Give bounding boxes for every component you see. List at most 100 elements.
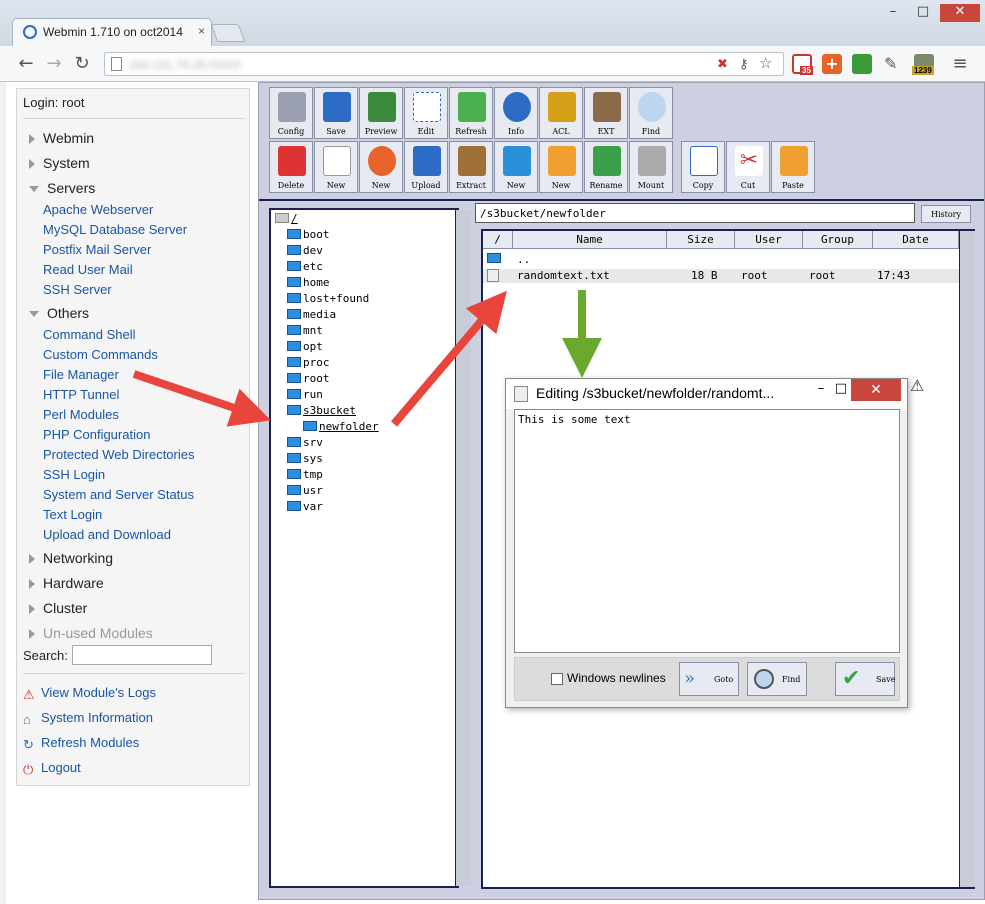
browser-tab[interactable]: Webmin 1.710 on oct2014 × <box>12 18 212 46</box>
tree-node[interactable]: var <box>287 500 323 514</box>
module-mysql[interactable]: MySQL Database Server <box>43 222 187 237</box>
category-networking[interactable]: Networking <box>29 550 113 566</box>
find-button[interactable]: Find <box>629 87 673 139</box>
category-hardware[interactable]: Hardware <box>29 575 104 591</box>
blocked-icon[interactable]: ✖ <box>717 56 728 72</box>
windows-newlines-checkbox[interactable] <box>551 673 563 685</box>
tree-node[interactable]: run <box>287 388 323 402</box>
mount-button[interactable]: Mount <box>629 141 673 193</box>
tree-node[interactable]: media <box>287 308 336 322</box>
tree-node[interactable]: lost+found <box>287 292 369 306</box>
module-custom-commands[interactable]: Custom Commands <box>43 347 158 362</box>
module-ssh-login[interactable]: SSH Login <box>43 467 105 482</box>
minimize-button[interactable]: – <box>880 4 906 22</box>
goto-button[interactable]: » Goto <box>679 662 739 696</box>
tree-root[interactable]: / <box>275 212 298 226</box>
forward-icon[interactable]: → <box>42 52 66 76</box>
gmail-extension-icon[interactable]: 35 <box>792 54 813 75</box>
module-apache[interactable]: Apache Webserver <box>43 202 153 217</box>
extract-button[interactable]: Extract <box>449 141 493 193</box>
view-logs-link[interactable]: ⚠ View Module's Logs <box>23 685 156 702</box>
category-system[interactable]: System <box>29 155 90 171</box>
col-icon-header[interactable]: / <box>483 231 513 249</box>
key-icon[interactable]: ⚷ <box>739 56 749 72</box>
tree-node[interactable]: tmp <box>287 468 323 482</box>
bookmark-star-icon[interactable]: ☆ <box>759 54 772 72</box>
refresh-button[interactable]: Refresh <box>449 87 493 139</box>
config-button[interactable]: Config <box>269 87 313 139</box>
col-date-header[interactable]: Date <box>873 231 959 249</box>
col-name-header[interactable]: Name <box>513 231 667 249</box>
ext-button[interactable]: EXT <box>584 87 628 139</box>
save-button[interactable]: Save <box>314 87 358 139</box>
module-perl-modules[interactable]: Perl Modules <box>43 407 119 422</box>
table-row[interactable]: randomtext.txt 18 B root root 17:43 <box>483 269 959 283</box>
module-http-tunnel[interactable]: HTTP Tunnel <box>43 387 119 402</box>
category-cluster[interactable]: Cluster <box>29 600 87 616</box>
address-bar[interactable]: 104.131.70.25:XXXX ✖ ⚷ ☆ <box>104 52 784 76</box>
search-input[interactable] <box>72 645 212 665</box>
tab-close-icon[interactable]: × <box>198 24 205 38</box>
new-browser-button[interactable]: New <box>359 141 403 193</box>
module-ssh-server[interactable]: SSH Server <box>43 282 112 297</box>
rename-button[interactable]: Rename <box>584 141 628 193</box>
back-icon[interactable]: ← <box>14 52 38 76</box>
col-group-header[interactable]: Group <box>803 231 873 249</box>
path-field[interactable]: /s3bucket/newfolder <box>475 203 915 223</box>
maximize-button[interactable]: □ <box>910 4 936 22</box>
module-protected-web-dirs[interactable]: Protected Web Directories <box>43 447 195 462</box>
history-button[interactable]: History <box>921 205 971 223</box>
module-read-user-mail[interactable]: Read User Mail <box>43 262 133 277</box>
green-extension-icon[interactable] <box>852 54 872 74</box>
category-others[interactable]: Others <box>29 305 89 321</box>
close-window-button[interactable]: ✕ <box>940 4 980 22</box>
editor-textarea[interactable]: This is some text <box>514 409 900 653</box>
save-button[interactable]: ✔ Save <box>835 662 896 696</box>
tree-node[interactable]: s3bucket <box>287 404 356 418</box>
eyedropper-icon[interactable]: ✎ <box>884 54 904 74</box>
module-upload-download[interactable]: Upload and Download <box>43 527 171 542</box>
tree-node[interactable]: dev <box>287 244 323 258</box>
close-button[interactable]: ✕ <box>851 379 901 401</box>
module-text-login[interactable]: Text Login <box>43 507 102 522</box>
tree-node[interactable]: root <box>287 372 330 386</box>
tree-node[interactable]: opt <box>287 340 323 354</box>
table-row[interactable]: .. <box>483 253 959 267</box>
new-tab-button[interactable] <box>210 24 246 42</box>
plus-extension-icon[interactable]: + <box>822 54 842 74</box>
category-unused-modules[interactable]: Un-used Modules <box>29 625 153 641</box>
menu-icon[interactable]: ≡ <box>948 52 972 76</box>
logout-link[interactable]: ⏻ Logout <box>23 760 81 777</box>
tree-node[interactable]: usr <box>287 484 323 498</box>
tree-node[interactable]: mnt <box>287 324 323 338</box>
tree-scrollbar[interactable] <box>455 210 471 886</box>
module-file-manager[interactable]: File Manager <box>43 367 119 382</box>
col-user-header[interactable]: User <box>735 231 803 249</box>
category-webmin[interactable]: Webmin <box>29 130 94 146</box>
delete-button[interactable]: Delete <box>269 141 313 193</box>
module-postfix[interactable]: Postfix Mail Server <box>43 242 151 257</box>
tree-node[interactable]: srv <box>287 436 323 450</box>
module-php-configuration[interactable]: PHP Configuration <box>43 427 150 442</box>
preview-button[interactable]: Preview <box>359 87 403 139</box>
edit-button[interactable]: Edit <box>404 87 448 139</box>
tree-node[interactable]: sys <box>287 452 323 466</box>
tree-node[interactable]: home <box>287 276 330 290</box>
find-button[interactable]: Find <box>747 662 807 696</box>
new-link-button[interactable]: New <box>539 141 583 193</box>
refresh-modules-link[interactable]: ↻ Refresh Modules <box>23 735 139 752</box>
upload-button[interactable]: Upload <box>404 141 448 193</box>
network-extension-icon[interactable]: 1239 <box>912 54 934 75</box>
module-system-status[interactable]: System and Server Status <box>43 487 194 502</box>
reload-icon[interactable]: ↻ <box>70 52 94 76</box>
list-scrollbar[interactable] <box>959 231 975 887</box>
tree-node[interactable]: etc <box>287 260 323 274</box>
tree-node[interactable]: boot <box>287 228 330 242</box>
system-information-link[interactable]: ⌂ System Information <box>23 710 153 727</box>
tree-node[interactable]: proc <box>287 356 330 370</box>
category-servers[interactable]: Servers <box>29 180 95 196</box>
paste-button[interactable]: Paste <box>771 141 815 193</box>
new-folder-button[interactable]: New <box>494 141 538 193</box>
cut-button[interactable]: ✂ Cut <box>726 141 770 193</box>
tree-node[interactable]: newfolder <box>303 420 379 434</box>
